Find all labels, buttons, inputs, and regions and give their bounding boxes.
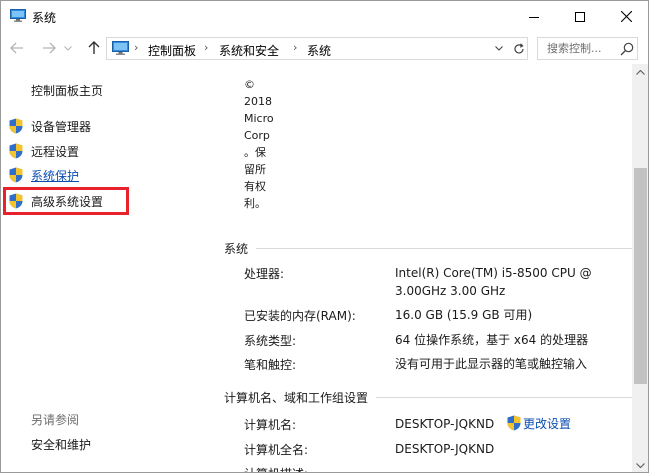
vertical-scrollbar[interactable] [632, 64, 648, 472]
breadcrumb-system-security[interactable]: 系统和安全 [219, 42, 279, 59]
full-computer-name-label: 计算机全名: [244, 443, 309, 457]
processor-value-line: 3.00GHz 3.00 GHz [395, 284, 506, 298]
system-section-heading: 系统 [224, 242, 249, 256]
copyright-text: © 2018 Micro Corp 。保 留所 有权 利。 [244, 76, 278, 212]
system-window: 系统 › 控制面板 › 系统和安全 › 系统 搜索控制... 控制面板主页 设备… [0, 0, 649, 473]
copyright-line: 留所 [244, 163, 266, 176]
pen-touch-label: 笔和触控: [244, 358, 297, 372]
computer-description-label: 计算机描述: [244, 465, 308, 472]
system-type-value: 64 位操作系统，基于 x64 的处理器 [395, 333, 589, 347]
copyright-line: 2018 [244, 95, 272, 108]
ram-value: 16.0 GB (15.9 GB 可用) [395, 308, 533, 322]
computer-monitor-icon [112, 41, 129, 55]
arrow-up-icon [88, 41, 100, 54]
system-type-label: 系统类型: [244, 334, 297, 348]
left-navigation-pane: 控制面板主页 设备管理器 远程设置 系统保护 高级系统设置 另请参阅 安全和维护 [1, 64, 221, 472]
pen-touch-value: 没有可用于此显示器的笔或触控输入 [395, 357, 588, 371]
sidebar-item-system-protection[interactable]: 系统保护 [9, 165, 79, 185]
chevron-down-icon [495, 46, 503, 51]
breadcrumb-separator-icon[interactable]: › [134, 41, 138, 54]
uac-shield-icon [9, 118, 23, 134]
uac-shield-icon [507, 415, 521, 431]
window-title: 系统 [32, 11, 57, 25]
chevron-down-icon [64, 45, 72, 51]
navigation-bar: › 控制面板 › 系统和安全 › 系统 [1, 32, 648, 64]
copyright-line: 。保 [244, 146, 266, 159]
copyright-line: © [244, 78, 255, 91]
copyright-line: Corp [244, 129, 270, 142]
control-panel-home-link[interactable]: 控制面板主页 [31, 82, 103, 99]
computer-name-value: DESKTOP-JQKND [395, 417, 495, 431]
title-bar[interactable]: 系统 [1, 1, 648, 32]
computer-name-label: 计算机名: [244, 418, 297, 432]
close-button[interactable] [603, 1, 648, 32]
section-divider [256, 248, 632, 249]
breadcrumb-separator-icon[interactable]: › [204, 41, 208, 54]
sidebar-item-label: 设备管理器 [31, 119, 92, 134]
search-box[interactable] [537, 37, 638, 60]
change-settings-link[interactable]: 更改设置 [507, 414, 571, 432]
refresh-button[interactable] [510, 39, 528, 58]
maximize-button[interactable] [557, 1, 603, 32]
up-button[interactable] [84, 38, 104, 58]
minimize-button[interactable] [511, 1, 557, 32]
breadcrumb-separator-icon[interactable]: › [293, 41, 297, 54]
sidebar-item-device-manager[interactable]: 设备管理器 [9, 116, 91, 136]
breadcrumb-system[interactable]: 系统 [307, 42, 331, 59]
minimize-icon [529, 16, 539, 18]
copyright-line: Micro [244, 112, 274, 125]
scroll-down-button[interactable] [632, 457, 648, 472]
address-bar[interactable]: › 控制面板 › 系统和安全 › 系统 [106, 37, 528, 60]
highlight-box [3, 187, 129, 215]
see-also-heading: 另请参阅 [31, 413, 80, 427]
sidebar-item-remote-settings[interactable]: 远程设置 [9, 141, 79, 161]
section-divider [376, 397, 632, 398]
sidebar-item-label: 远程设置 [31, 144, 80, 159]
full-computer-name-value: DESKTOP-JQKND [395, 442, 495, 456]
computer-section-heading: 计算机名、域和工作组设置 [224, 391, 369, 405]
uac-shield-icon [9, 143, 23, 159]
recent-locations-button[interactable] [62, 38, 74, 58]
breadcrumb-control-panel[interactable]: 控制面板 [148, 42, 196, 59]
scroll-up-button[interactable] [632, 64, 648, 81]
processor-value-line: Intel(R) Core(TM) i5-8500 CPU @ [395, 266, 592, 280]
arrow-left-icon [10, 42, 23, 54]
forward-button[interactable] [39, 38, 59, 58]
search-icon[interactable] [620, 42, 634, 56]
maximize-icon [575, 11, 585, 22]
computer-monitor-icon [10, 9, 26, 22]
sidebar-item-label: 系统保护 [31, 168, 80, 183]
scroll-thumb[interactable] [634, 168, 647, 384]
chevron-down-icon [636, 463, 645, 468]
search-input[interactable] [538, 38, 618, 59]
change-settings-label: 更改设置 [523, 416, 572, 431]
refresh-icon [514, 42, 524, 53]
processor-value: Intel(R) Core(TM) i5-8500 CPU @ 3.00GHz … [395, 264, 592, 300]
processor-label: 处理器: [244, 267, 285, 281]
system-info-pane: © 2018 Micro Corp 。保 留所 有权 利。 系统 处理器: In… [221, 64, 632, 472]
address-dropdown-button[interactable] [491, 40, 507, 57]
uac-shield-icon [9, 167, 23, 183]
arrow-right-icon [43, 42, 56, 54]
ram-label: 已安装的内存(RAM): [244, 309, 356, 323]
chevron-up-icon [636, 70, 645, 75]
copyright-line: 利。 [244, 197, 266, 210]
security-maintenance-link[interactable]: 安全和维护 [31, 436, 91, 453]
close-icon [620, 11, 632, 22]
back-button[interactable] [7, 38, 27, 58]
copyright-line: 有权 [244, 180, 266, 193]
